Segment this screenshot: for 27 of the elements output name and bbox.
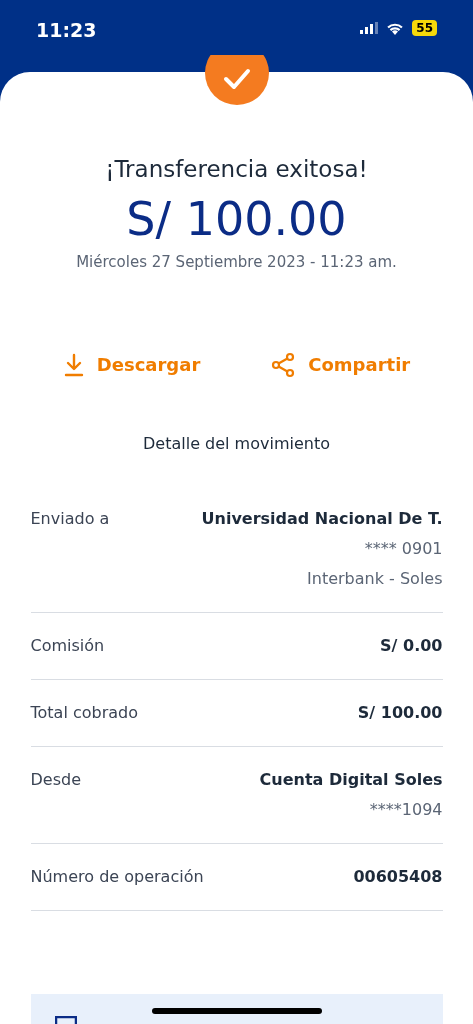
detail-value: ****1094	[369, 799, 443, 821]
battery-indicator: 55	[412, 20, 437, 36]
detail-label: Comisión	[30, 635, 105, 657]
share-button[interactable]: Compartir	[270, 351, 411, 378]
detail-value: S/ 100.00	[357, 702, 443, 724]
transfer-date: Miércoles 27 Septiembre 2023 - 11:23 am.	[76, 251, 397, 273]
detail-label: Número de operación	[30, 866, 204, 888]
detail-value: Interbank - Soles	[307, 568, 443, 590]
success-title: ¡Transferencia exitosa!	[105, 155, 368, 184]
wifi-icon	[386, 21, 405, 35]
amount: S/ 100.00	[126, 190, 347, 247]
signal-icon	[360, 22, 379, 34]
detail-label: Total cobrado	[30, 702, 139, 724]
detail-label: Desde	[30, 769, 81, 791]
section-title: Detalle del movimiento	[143, 433, 330, 455]
detail-value: Universidad Nacional De T.	[201, 508, 443, 530]
share-icon	[270, 351, 297, 378]
download-icon	[62, 352, 85, 377]
detail-value: **** 0901	[364, 538, 443, 560]
detail-value: S/ 0.00	[380, 635, 443, 657]
detail-label: Enviado a	[30, 508, 110, 530]
status-time: 11:23	[36, 18, 97, 43]
download-button[interactable]: Descargar	[62, 351, 201, 378]
envelope-icon	[54, 1016, 77, 1024]
check-icon	[222, 68, 251, 90]
detail-value: 00605408	[353, 866, 443, 888]
detail-value: Cuenta Digital Soles	[259, 769, 443, 791]
